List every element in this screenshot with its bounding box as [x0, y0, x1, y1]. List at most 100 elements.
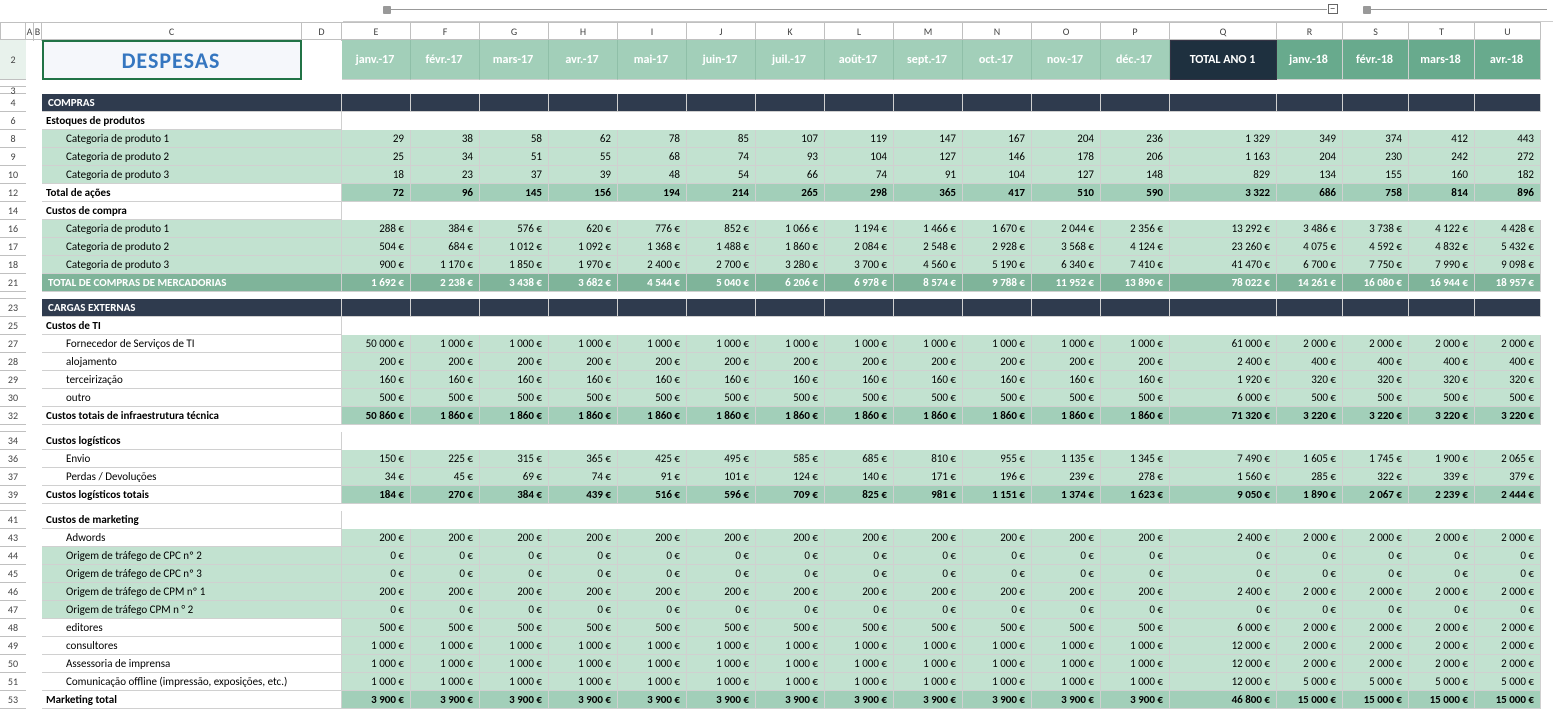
data-cell[interactable]: 0 €	[480, 547, 549, 565]
row-header[interactable]: 27	[0, 335, 26, 353]
data-cell[interactable]: 74	[825, 166, 894, 184]
data-cell[interactable]: 15 000 €	[1475, 691, 1541, 709]
data-cell[interactable]: 0 €	[1101, 565, 1170, 583]
data-cell[interactable]: 500 €	[756, 389, 825, 407]
total-cell[interactable]: 6 000 €	[1170, 389, 1277, 407]
data-cell[interactable]: 2 400 €	[618, 256, 687, 274]
total-cell[interactable]: 0 €	[1170, 547, 1277, 565]
data-cell[interactable]: 686	[1277, 184, 1343, 202]
data-cell[interactable]: 500 €	[963, 389, 1032, 407]
outline-dot[interactable]	[1363, 6, 1371, 14]
total-cell[interactable]: 16 080 €	[1343, 274, 1409, 292]
row-header[interactable]: 43	[0, 529, 26, 547]
data-cell[interactable]: 1 000 €	[825, 335, 894, 353]
data-cell[interactable]: 1 000 €	[618, 335, 687, 353]
month-header[interactable]: juin-17	[687, 40, 756, 80]
data-cell[interactable]: 500 €	[618, 619, 687, 637]
row-header[interactable]: 4	[0, 94, 26, 112]
row-header[interactable]: 39	[0, 486, 26, 504]
section-cell[interactable]	[825, 299, 894, 317]
data-cell[interactable]: 500 €	[825, 619, 894, 637]
total-cell[interactable]: 12 000 €	[1170, 673, 1277, 691]
data-cell[interactable]: 0 €	[411, 565, 480, 583]
data-cell[interactable]: 200 €	[549, 583, 618, 601]
data-cell[interactable]: 0 €	[1343, 565, 1409, 583]
data-cell[interactable]: 1 368 €	[618, 238, 687, 256]
data-cell[interactable]: 160 €	[687, 371, 756, 389]
section-cell[interactable]	[1409, 299, 1475, 317]
data-cell[interactable]: 500 €	[480, 619, 549, 637]
data-cell[interactable]: 2 000 €	[1475, 655, 1541, 673]
data-cell[interactable]: 981 €	[894, 486, 963, 504]
row-ti3[interactable]: terceirização	[42, 371, 342, 389]
row-header[interactable]: 29	[0, 371, 26, 389]
row-cc3[interactable]: Categoria de produto 3	[42, 256, 342, 274]
data-cell[interactable]: 443	[1475, 130, 1541, 148]
data-cell[interactable]: 34	[411, 148, 480, 166]
data-cell[interactable]: 1 000 €	[963, 673, 1032, 691]
column-header-H[interactable]: H	[549, 23, 618, 41]
data-cell[interactable]: 3 220 €	[1409, 407, 1475, 425]
row-header[interactable]: 30	[0, 389, 26, 407]
data-cell[interactable]: 200 €	[549, 353, 618, 371]
section-cell[interactable]	[411, 299, 480, 317]
data-cell[interactable]: 322 €	[1343, 468, 1409, 486]
data-cell[interactable]: 200 €	[894, 353, 963, 371]
data-cell[interactable]: 4 122 €	[1409, 220, 1475, 238]
row-header[interactable]: 37	[0, 468, 26, 486]
data-cell[interactable]: 500 €	[894, 619, 963, 637]
section-cell[interactable]	[1101, 94, 1170, 112]
data-cell[interactable]: 0 €	[342, 601, 411, 619]
row-header[interactable]: 16	[0, 220, 26, 238]
section-cell[interactable]	[963, 299, 1032, 317]
data-cell[interactable]: 288 €	[342, 220, 411, 238]
data-cell[interactable]: 1 466 €	[894, 220, 963, 238]
data-cell[interactable]: 1 000 €	[411, 673, 480, 691]
data-cell[interactable]: 685 €	[825, 450, 894, 468]
data-cell[interactable]: 140 €	[825, 468, 894, 486]
row-mk6[interactable]: editores	[42, 619, 342, 637]
data-cell[interactable]: 1 860 €	[549, 407, 618, 425]
data-cell[interactable]: 23	[411, 166, 480, 184]
total-cell[interactable]: 2 400 €	[1170, 583, 1277, 601]
data-cell[interactable]: 1 000 €	[411, 637, 480, 655]
total-cell[interactable]: 5 040 €	[687, 274, 756, 292]
data-cell[interactable]: 1 000 €	[1032, 637, 1101, 655]
data-cell[interactable]: 236	[1101, 130, 1170, 148]
row-header[interactable]: 2	[0, 40, 26, 80]
total-cell[interactable]: 23 260 €	[1170, 238, 1277, 256]
data-cell[interactable]: 0 €	[963, 547, 1032, 565]
data-cell[interactable]: 1 000 €	[1032, 335, 1101, 353]
total-cell[interactable]: 8 574 €	[894, 274, 963, 292]
data-cell[interactable]: 500 €	[963, 619, 1032, 637]
total-cell[interactable]: 61 000 €	[1170, 335, 1277, 353]
column-header-S[interactable]: S	[1343, 23, 1409, 41]
data-cell[interactable]: 160	[1409, 166, 1475, 184]
month-header[interactable]: mai-17	[618, 40, 687, 80]
outline-collapse-icon[interactable]	[1328, 4, 1338, 14]
data-cell[interactable]: 298	[825, 184, 894, 202]
data-cell[interactable]: 58	[480, 130, 549, 148]
data-cell[interactable]: 93	[756, 148, 825, 166]
data-cell[interactable]: 184 €	[342, 486, 411, 504]
data-cell[interactable]: 1 000 €	[1032, 655, 1101, 673]
data-cell[interactable]: 160 €	[411, 371, 480, 389]
data-cell[interactable]: 900 €	[342, 256, 411, 274]
row-mk8[interactable]: Assessoria de imprensa	[42, 655, 342, 673]
data-cell[interactable]: 1 623 €	[1101, 486, 1170, 504]
total-cell[interactable]: 3 322	[1170, 184, 1277, 202]
month-header[interactable]: mars-17	[480, 40, 549, 80]
data-cell[interactable]: 2 000 €	[1277, 335, 1343, 353]
data-cell[interactable]: 127	[1032, 166, 1101, 184]
section-cell[interactable]	[1170, 299, 1277, 317]
section-cell[interactable]	[825, 94, 894, 112]
data-cell[interactable]: 2 067 €	[1343, 486, 1409, 504]
data-cell[interactable]: 200 €	[1101, 583, 1170, 601]
data-cell[interactable]: 1 860 €	[894, 407, 963, 425]
data-cell[interactable]: 852 €	[687, 220, 756, 238]
data-cell[interactable]: 160 €	[480, 371, 549, 389]
data-cell[interactable]: 596 €	[687, 486, 756, 504]
data-cell[interactable]: 500 €	[549, 389, 618, 407]
row-header[interactable]: 46	[0, 583, 26, 601]
row-mk4[interactable]: Origem de tráfego de CPM nº 1	[42, 583, 342, 601]
